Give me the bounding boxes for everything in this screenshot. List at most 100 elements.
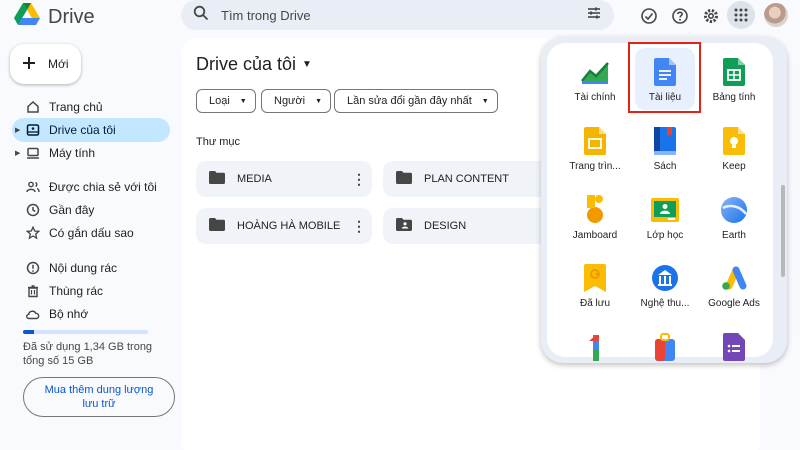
- account-avatar[interactable]: [764, 3, 788, 27]
- search-options-icon[interactable]: [586, 5, 602, 26]
- folder-card[interactable]: HOÀNG HÀ MOBILE ⋮: [196, 208, 372, 244]
- storage-quota-fill: [23, 330, 35, 334]
- trash-icon: [25, 283, 41, 299]
- new-button-label: Mới: [48, 57, 69, 71]
- sidebar-item-label: Được chia sẻ với tôi: [49, 180, 157, 194]
- app-earth[interactable]: Earth: [699, 196, 769, 241]
- sidebar-item-starred[interactable]: Có gắn dấu sao: [12, 221, 170, 245]
- filter-chip-modified[interactable]: Lần sửa đổi gần đây nhất ▼: [334, 89, 498, 113]
- expand-caret-icon[interactable]: ▶: [15, 149, 25, 157]
- app-slides[interactable]: Trang trìn...: [560, 127, 630, 172]
- folder-icon: [209, 171, 225, 187]
- folder-card[interactable]: DESIGN ⋮: [383, 208, 559, 244]
- app-books[interactable]: Sách: [630, 127, 700, 172]
- app-label: Bảng tính: [712, 92, 756, 103]
- app-label: Lớp học: [646, 230, 684, 241]
- app-classroom[interactable]: Lớp học: [630, 196, 700, 241]
- sidebar-item-home[interactable]: Trang chủ: [12, 95, 170, 119]
- app-travel[interactable]: [630, 333, 700, 361]
- app-label: Google Ads: [708, 298, 760, 309]
- sidebar-item-computers[interactable]: ▶ Máy tính: [12, 141, 170, 165]
- app-google-one[interactable]: [560, 333, 630, 361]
- folder-name: HOÀNG HÀ MOBILE: [237, 220, 341, 232]
- plus-icon: [22, 56, 36, 73]
- app-finance[interactable]: Tài chính: [560, 58, 630, 103]
- sidebar-item-label: Drive của tôi: [49, 123, 116, 137]
- sidebar-item-my-drive[interactable]: ▶ Drive của tôi: [12, 118, 170, 142]
- search-icon[interactable]: [193, 5, 209, 26]
- spam-icon: [25, 260, 41, 276]
- sidebar-item-recent[interactable]: Gần đây: [12, 198, 170, 222]
- apps-grid-icon: [734, 8, 748, 22]
- storage-quota-bar: [23, 330, 148, 334]
- slides-icon: [581, 127, 609, 155]
- app-keep[interactable]: Keep: [699, 127, 769, 172]
- folder-card[interactable]: PLAN CONTENT ⋮: [383, 161, 559, 197]
- chevron-down-icon: ▼: [239, 97, 247, 105]
- shared-folder-icon: [396, 218, 412, 234]
- more-options-icon[interactable]: ⋮: [352, 171, 366, 188]
- filter-chip-type[interactable]: Loại ▼: [196, 89, 256, 113]
- new-button[interactable]: Mới: [10, 44, 81, 84]
- app-google-ads[interactable]: Google Ads: [699, 264, 769, 309]
- filter-chip-people[interactable]: Người ▼: [261, 89, 332, 113]
- app-forms[interactable]: [699, 333, 769, 361]
- sheets-icon: [720, 58, 748, 86]
- app-label: Tài chính: [574, 92, 616, 103]
- filter-chip-label: Người: [274, 95, 306, 107]
- sidebar-item-label: Gần đây: [49, 203, 95, 217]
- app-arts-culture[interactable]: Nghệ thu...: [630, 264, 700, 309]
- app-jamboard[interactable]: Jamboard: [560, 195, 630, 241]
- sidebar-item-label: Bộ nhớ: [49, 307, 89, 321]
- app-sheets[interactable]: Bảng tính: [699, 58, 769, 103]
- keep-icon: [720, 127, 748, 155]
- filter-chip-label: Lần sửa đổi gần đây nhất: [347, 95, 472, 107]
- folder-name: PLAN CONTENT: [424, 173, 509, 185]
- app-label: Nghệ thu...: [640, 298, 690, 309]
- sidebar-item-shared-with-me[interactable]: Được chia sẻ với tôi: [12, 175, 170, 199]
- forms-icon: [720, 333, 748, 361]
- search-bar[interactable]: Tìm trong Drive: [181, 0, 614, 30]
- sidebar-item-storage[interactable]: Bộ nhớ: [12, 302, 170, 326]
- page-title[interactable]: Drive của tôi ▼: [196, 54, 312, 75]
- sidebar-item-label: Nội dung rác: [49, 261, 118, 275]
- expand-caret-icon[interactable]: ▶: [15, 126, 25, 134]
- my-drive-icon: [25, 122, 41, 138]
- saved-icon: [581, 264, 609, 292]
- sidebar-item-spam[interactable]: Nội dung rác: [12, 256, 170, 280]
- drive-logo[interactable]: Drive: [14, 3, 95, 31]
- storage-usage-text: Đã sử dụng 1,34 GB trong tổng số 15 GB: [23, 341, 153, 367]
- app-label: Earth: [722, 230, 746, 241]
- shared-icon: [25, 179, 41, 195]
- app-name: Drive: [48, 5, 95, 28]
- folders-section-label: Thư mục: [196, 136, 241, 148]
- google-apps-button[interactable]: [727, 1, 755, 29]
- arts-culture-icon: [651, 264, 679, 292]
- help-icon[interactable]: [668, 4, 692, 28]
- chevron-down-icon: ▼: [315, 97, 323, 105]
- settings-gear-icon[interactable]: [699, 4, 723, 28]
- home-icon: [25, 99, 41, 115]
- filter-chip-label: Loại: [209, 95, 230, 107]
- folder-icon: [396, 171, 412, 187]
- buy-storage-button[interactable]: Mua thêm dung lượng lưu trữ: [23, 377, 175, 417]
- offline-status-icon[interactable]: [637, 4, 661, 28]
- sidebar-item-label: Thùng rác: [49, 284, 104, 298]
- travel-icon: [651, 333, 679, 361]
- cloud-icon: [25, 306, 41, 322]
- google-drive-icon: [14, 3, 40, 31]
- page-title-text: Drive của tôi: [196, 54, 297, 74]
- apps-panel-scrollbar[interactable]: [781, 185, 785, 277]
- folder-icon: [209, 218, 225, 234]
- sidebar-item-label: Có gắn dấu sao: [49, 226, 134, 240]
- app-saved[interactable]: Đã lưu: [560, 264, 630, 309]
- sidebar-item-trash[interactable]: Thùng rác: [12, 279, 170, 303]
- more-options-icon[interactable]: ⋮: [352, 218, 366, 235]
- sidebar-item-label: Máy tính: [49, 146, 96, 160]
- google-ads-icon: [720, 264, 748, 292]
- books-icon: [651, 127, 679, 155]
- app-label: Keep: [722, 161, 746, 172]
- folder-card[interactable]: MEDIA ⋮: [196, 161, 372, 197]
- search-input[interactable]: Tìm trong Drive: [221, 8, 586, 23]
- earth-icon: [720, 196, 748, 224]
